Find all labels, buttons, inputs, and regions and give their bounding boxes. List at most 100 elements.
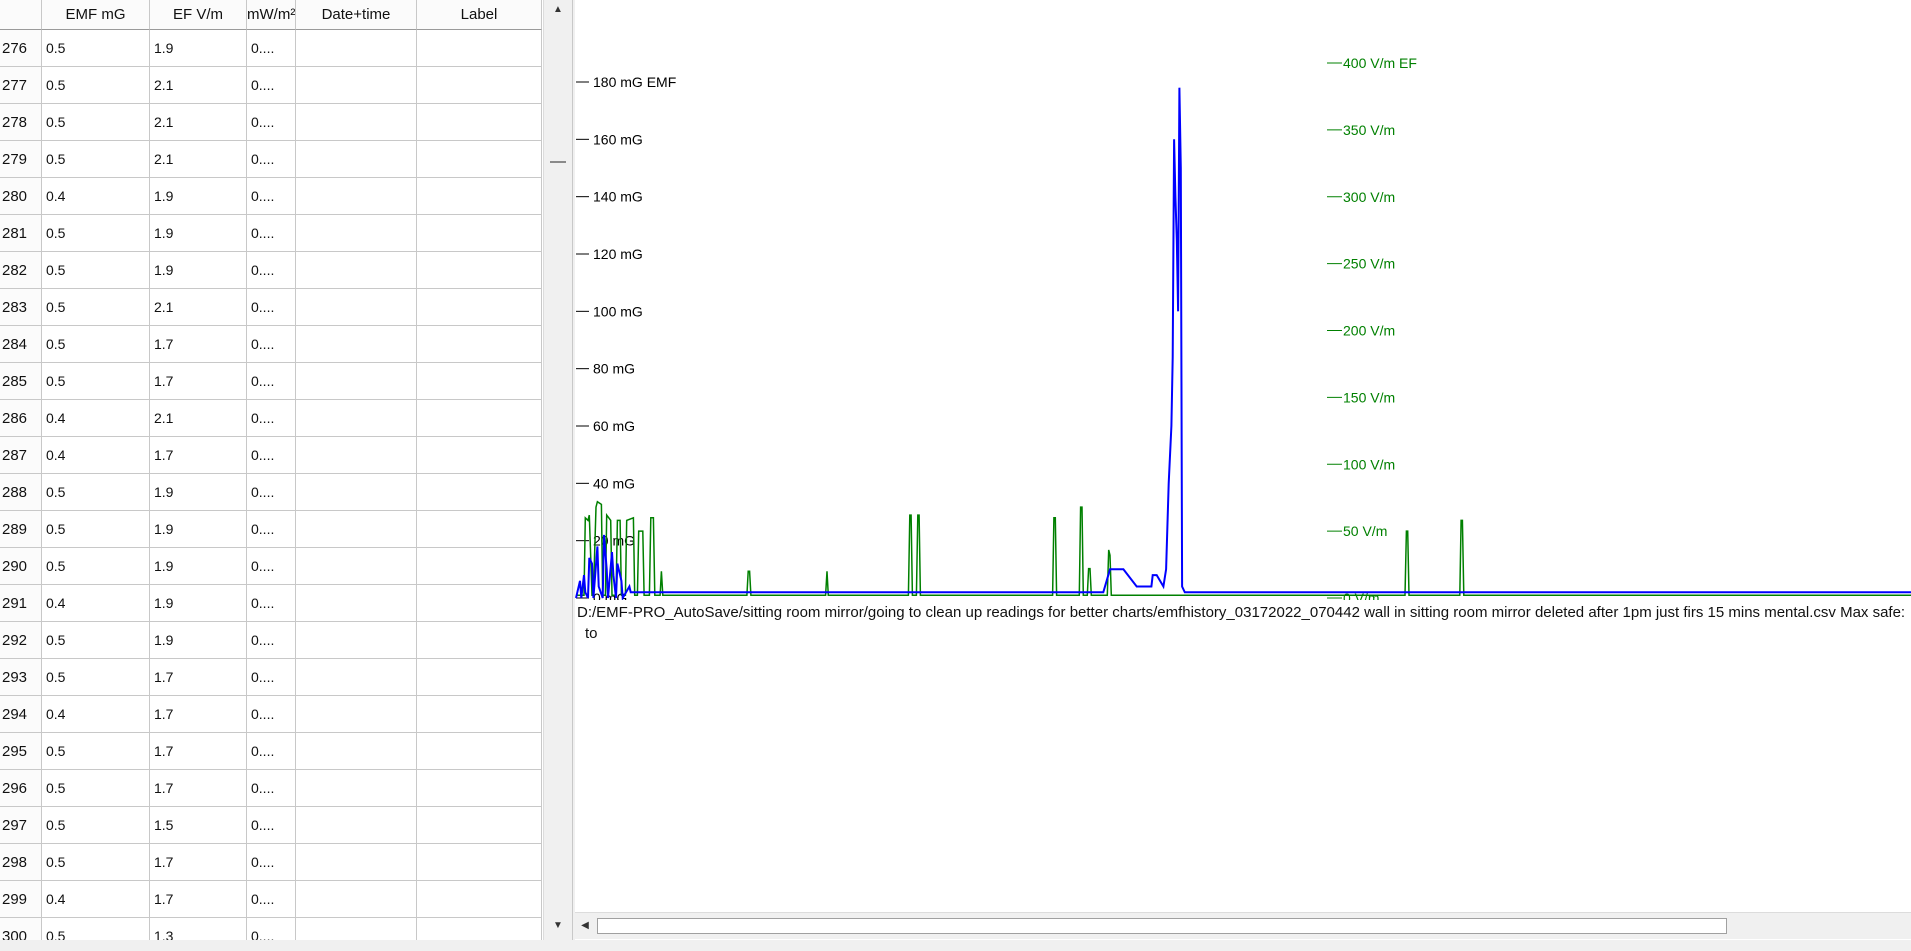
triangle-left-icon[interactable]: ◀: [575, 916, 595, 936]
table-cell[interactable]: [296, 67, 417, 104]
table-cell[interactable]: [417, 659, 542, 696]
table-cell[interactable]: 0.5: [42, 659, 150, 696]
table-row[interactable]: 287 0.4 1.7 0....: [0, 437, 542, 474]
table-cell[interactable]: 1.7: [150, 659, 247, 696]
table-cell[interactable]: 0.5: [42, 215, 150, 252]
column-header-0[interactable]: [0, 0, 42, 30]
table-cell[interactable]: [296, 437, 417, 474]
table-cell[interactable]: 0.4: [42, 437, 150, 474]
table-cell[interactable]: 0....: [247, 326, 296, 363]
table-cell[interactable]: 0.5: [42, 844, 150, 881]
table-cell[interactable]: 0.5: [42, 326, 150, 363]
table-cell[interactable]: [296, 622, 417, 659]
table-cell[interactable]: [417, 67, 542, 104]
table-cell[interactable]: [417, 30, 542, 67]
table-cell[interactable]: 0....: [247, 437, 296, 474]
table-row[interactable]: 284 0.5 1.7 0....: [0, 326, 542, 363]
table-cell[interactable]: 1.9: [150, 548, 247, 585]
table-row[interactable]: 296 0.5 1.7 0....: [0, 770, 542, 807]
table-cell[interactable]: 0.5: [42, 733, 150, 770]
table-cell[interactable]: [296, 696, 417, 733]
table-row[interactable]: 298 0.5 1.7 0....: [0, 844, 542, 881]
table-cell[interactable]: [417, 770, 542, 807]
table-cell[interactable]: [417, 215, 542, 252]
table-cell[interactable]: 0....: [247, 67, 296, 104]
table-cell[interactable]: 0....: [247, 30, 296, 67]
table-cell[interactable]: [296, 844, 417, 881]
table-cell[interactable]: 2.1: [150, 67, 247, 104]
table-cell[interactable]: 1.5: [150, 807, 247, 844]
table-cell[interactable]: 0....: [247, 252, 296, 289]
table-cell[interactable]: 0.5: [42, 363, 150, 400]
table-cell[interactable]: 0.5: [42, 252, 150, 289]
table-cell[interactable]: [296, 289, 417, 326]
table-cell[interactable]: 0....: [247, 400, 296, 437]
table-row[interactable]: 289 0.5 1.9 0....: [0, 511, 542, 548]
table-cell[interactable]: 1.9: [150, 178, 247, 215]
table-cell[interactable]: 0....: [247, 733, 296, 770]
table-cell[interactable]: [296, 918, 417, 940]
table-cell[interactable]: 2.1: [150, 141, 247, 178]
table-cell[interactable]: 0....: [247, 511, 296, 548]
table-cell[interactable]: 0.5: [42, 67, 150, 104]
table-cell[interactable]: 0....: [247, 104, 296, 141]
table-cell[interactable]: 0....: [247, 141, 296, 178]
table-cell[interactable]: 2.1: [150, 104, 247, 141]
table-cell[interactable]: 1.7: [150, 437, 247, 474]
table-row[interactable]: 299 0.4 1.7 0....: [0, 881, 542, 918]
table-cell[interactable]: 1.9: [150, 511, 247, 548]
table-cell[interactable]: 1.7: [150, 696, 247, 733]
table-row[interactable]: 279 0.5 2.1 0....: [0, 141, 542, 178]
triangle-up-icon[interactable]: ▲: [544, 0, 572, 20]
table-cell[interactable]: 0.4: [42, 400, 150, 437]
table-cell[interactable]: [296, 178, 417, 215]
table-cell[interactable]: 0.5: [42, 548, 150, 585]
table-cell[interactable]: 1.7: [150, 770, 247, 807]
table-row[interactable]: 292 0.5 1.9 0....: [0, 622, 542, 659]
table-cell[interactable]: [296, 326, 417, 363]
table-cell[interactable]: 1.7: [150, 881, 247, 918]
table-cell[interactable]: [296, 474, 417, 511]
table-row[interactable]: 294 0.4 1.7 0....: [0, 696, 542, 733]
table-row[interactable]: 300 0.5 1.3 0....: [0, 918, 542, 940]
horizontal-scrollbar[interactable]: ◀: [575, 912, 1911, 939]
table-row[interactable]: 288 0.5 1.9 0....: [0, 474, 542, 511]
table-cell[interactable]: 1.9: [150, 252, 247, 289]
table-cell[interactable]: [417, 289, 542, 326]
vertical-scroll-thumb[interactable]: [550, 161, 566, 163]
table-cell[interactable]: 0....: [247, 807, 296, 844]
table-cell[interactable]: [417, 437, 542, 474]
table-cell[interactable]: 0....: [247, 289, 296, 326]
table-row[interactable]: 297 0.5 1.5 0....: [0, 807, 542, 844]
table-cell[interactable]: 0.5: [42, 141, 150, 178]
table-cell[interactable]: 0....: [247, 881, 296, 918]
table-cell[interactable]: [417, 696, 542, 733]
table-cell[interactable]: [296, 400, 417, 437]
column-header-5[interactable]: Label: [417, 0, 542, 30]
table-cell[interactable]: [417, 252, 542, 289]
table-cell[interactable]: [417, 548, 542, 585]
table-cell[interactable]: [417, 400, 542, 437]
table-cell[interactable]: [296, 141, 417, 178]
table-cell[interactable]: 0.4: [42, 178, 150, 215]
table-cell[interactable]: [417, 474, 542, 511]
table-cell[interactable]: 0.5: [42, 770, 150, 807]
table-cell[interactable]: 0....: [247, 659, 296, 696]
table-cell[interactable]: [296, 659, 417, 696]
table-cell[interactable]: [296, 104, 417, 141]
table-cell[interactable]: [417, 141, 542, 178]
table-cell[interactable]: 0.5: [42, 30, 150, 67]
table-cell[interactable]: 0....: [247, 548, 296, 585]
table-row[interactable]: 281 0.5 1.9 0....: [0, 215, 542, 252]
column-header-2[interactable]: EF V/m: [150, 0, 247, 30]
table-row[interactable]: 291 0.4 1.9 0....: [0, 585, 542, 622]
table-cell[interactable]: 1.7: [150, 363, 247, 400]
table-cell[interactable]: 0.5: [42, 511, 150, 548]
column-header-1[interactable]: EMF mG: [42, 0, 150, 30]
table-cell[interactable]: 0....: [247, 585, 296, 622]
table-cell[interactable]: [296, 215, 417, 252]
table-row[interactable]: 283 0.5 2.1 0....: [0, 289, 542, 326]
table-row[interactable]: 286 0.4 2.1 0....: [0, 400, 542, 437]
table-cell[interactable]: 0....: [247, 363, 296, 400]
table-cell[interactable]: 2.1: [150, 400, 247, 437]
